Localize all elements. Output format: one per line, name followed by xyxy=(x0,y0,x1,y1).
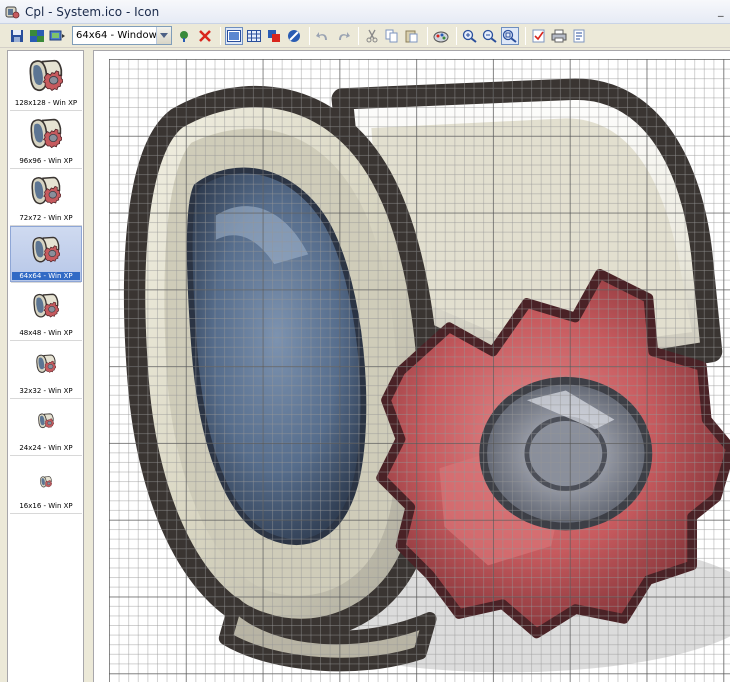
icon-editor-window: Cpl - System.ico - Icon _ 64x64 - Window… xyxy=(0,0,730,682)
toolbar-separator xyxy=(220,26,221,45)
cut-icon[interactable] xyxy=(363,27,381,45)
format-divider xyxy=(10,512,82,514)
title-bar[interactable]: Cpl - System.ico - Icon _ xyxy=(0,0,730,24)
effects-icon[interactable] xyxy=(432,27,450,45)
undo-icon[interactable] xyxy=(314,27,332,45)
format-label: 96x96 - Win XP xyxy=(19,156,73,165)
format-label: 16x16 - Win XP xyxy=(19,501,73,510)
format-dropdown[interactable]: 64x64 - Windows XP xyxy=(72,26,172,45)
view-normal-icon[interactable] xyxy=(225,26,243,45)
format-dropdown-value: 64x64 - Windows XP xyxy=(76,30,156,41)
view-layers-icon[interactable] xyxy=(265,27,283,45)
chevron-down-icon[interactable] xyxy=(156,27,171,44)
toolbar-separator xyxy=(309,26,310,45)
format-item[interactable]: 48x48 - Win XP xyxy=(10,283,82,341)
format-label: 72x72 - Win XP xyxy=(19,214,73,222)
toolbar-separator xyxy=(456,26,457,45)
export-icon[interactable] xyxy=(48,27,66,45)
format-thumbnail-icon xyxy=(32,236,61,268)
format-thumbnail-icon xyxy=(31,176,62,210)
delete-format-icon[interactable] xyxy=(196,27,214,45)
zoom-fit-icon[interactable] xyxy=(501,26,519,45)
toolbar-separator xyxy=(358,26,359,45)
zoom-in-icon[interactable] xyxy=(461,27,479,45)
format-thumbnail-icon xyxy=(36,353,57,378)
format-item[interactable]: 128x128 - Win XP xyxy=(10,53,82,111)
view-alpha-icon[interactable] xyxy=(285,27,303,45)
format-label: 24x24 - Win XP xyxy=(19,444,73,452)
format-item[interactable]: 96x96 - Win XP xyxy=(10,111,82,169)
copy-icon[interactable] xyxy=(383,27,401,45)
format-item[interactable]: 64x64 - Win XP xyxy=(10,225,82,283)
toolbar-separator xyxy=(525,26,526,45)
view-grid-icon[interactable] xyxy=(245,27,263,45)
redo-icon[interactable] xyxy=(334,27,352,45)
app-icon xyxy=(4,4,20,20)
format-thumbnail-icon xyxy=(40,473,53,492)
canvas-frame xyxy=(93,50,730,682)
format-thumbnail-icon xyxy=(38,413,55,433)
format-label: 64x64 - Win XP xyxy=(12,271,80,280)
format-thumbnail-icon xyxy=(29,59,64,97)
pixel-grid xyxy=(109,59,730,682)
toolbar-separator xyxy=(427,26,428,45)
import-icon[interactable] xyxy=(28,27,46,45)
format-item[interactable]: 24x24 - Win XP xyxy=(10,398,82,456)
properties-icon[interactable] xyxy=(570,27,588,45)
toolbar: 64x64 - Windows XP xyxy=(0,24,730,48)
add-format-icon[interactable] xyxy=(176,27,194,45)
format-label: 32x32 - Win XP xyxy=(19,386,73,395)
check-icon[interactable] xyxy=(530,27,548,45)
format-item[interactable]: 32x32 - Win XP xyxy=(10,341,82,399)
print-icon[interactable] xyxy=(550,27,568,45)
zoom-out-icon[interactable] xyxy=(481,27,499,45)
format-item[interactable]: 72x72 - Win XP xyxy=(10,168,82,226)
format-label: 48x48 - Win XP xyxy=(19,329,73,337)
format-item[interactable]: 16x16 - Win XP xyxy=(10,456,82,514)
minimize-button[interactable]: _ xyxy=(718,4,728,18)
format-list: 128x128 - Win XP 96x96 - Win XP 72x72 - Wi… xyxy=(7,50,84,682)
paste-icon[interactable] xyxy=(403,27,421,45)
format-thumbnail-icon xyxy=(33,293,60,323)
format-thumbnail-icon xyxy=(30,118,63,154)
save-icon[interactable] xyxy=(8,27,26,45)
pixel-canvas[interactable] xyxy=(109,59,730,682)
format-label: 128x128 - Win XP xyxy=(14,99,78,107)
window-title: Cpl - System.ico - Icon xyxy=(25,4,160,19)
